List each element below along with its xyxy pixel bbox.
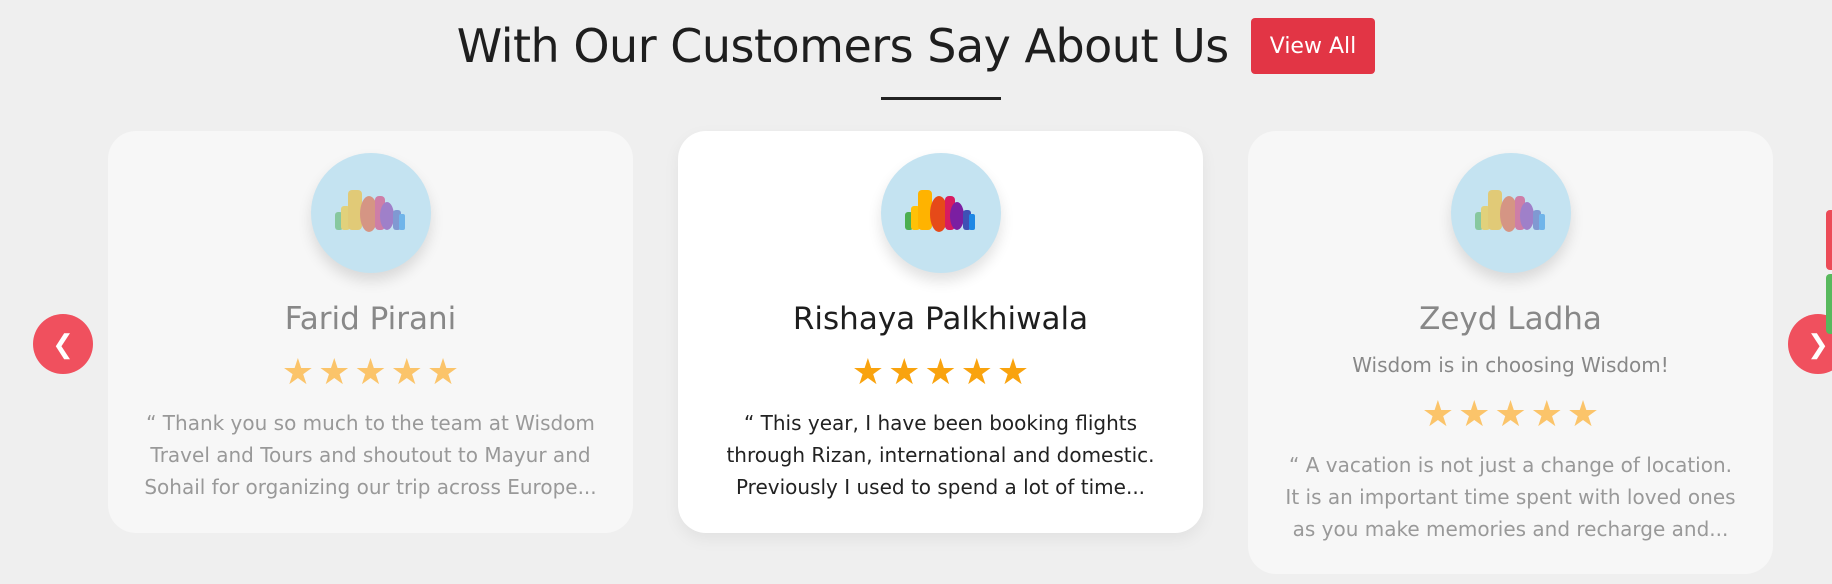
chevron-left-icon: ❮ xyxy=(52,328,74,359)
quote-line: Previously I used to spend a lot of time… xyxy=(735,475,1146,499)
star-icon: ★ xyxy=(851,352,885,393)
side-floating-tab[interactable] xyxy=(1826,210,1832,270)
view-all-button[interactable]: View All xyxy=(1250,18,1376,74)
quote-line: as you make memories and recharge and... xyxy=(1292,517,1729,541)
quote-line: Sohail for organizing our trip across Eu… xyxy=(144,475,597,499)
quote-line: “ A vacation is not just a change of loc… xyxy=(1289,453,1732,477)
star-icon: ★ xyxy=(354,352,387,393)
carousel-prev-button[interactable]: ❮ xyxy=(33,314,93,374)
star-icon: ★ xyxy=(390,352,423,393)
testimonial-card: Zeyd Ladha Wisdom is in choosing Wisdom!… xyxy=(1248,131,1773,574)
avatar xyxy=(311,153,431,273)
rating-stars: ★ ★ ★ ★ ★ xyxy=(108,355,633,391)
star-icon: ★ xyxy=(996,352,1030,393)
customer-name: Zeyd Ladha xyxy=(1419,301,1602,337)
testimonial-card: Farid Pirani ★ ★ ★ ★ ★ “ Thank you so mu… xyxy=(108,131,633,533)
quote-line: It is an important time spent with loved… xyxy=(1285,485,1736,509)
star-icon: ★ xyxy=(924,352,957,393)
title-underline xyxy=(881,97,1001,100)
customer-name: Farid Pirani xyxy=(284,301,457,337)
section-title: With Our Customers Say About Us xyxy=(456,19,1229,73)
quote-line: “ Thank you so much to the team at Wisdo… xyxy=(146,411,595,435)
star-icon: ★ xyxy=(1566,394,1600,435)
colorful-skyline-logo-icon xyxy=(335,190,405,232)
star-icon: ★ xyxy=(1530,394,1563,435)
star-icon: ★ xyxy=(1421,394,1455,435)
chevron-right-icon: ❯ xyxy=(1807,328,1829,359)
rating-stars: ★ ★ ★ ★ ★ xyxy=(1248,397,1773,433)
testimonial-quote: “ This year, I have been booking flights… xyxy=(678,407,1203,503)
star-icon: ★ xyxy=(888,352,921,393)
colorful-skyline-logo-icon xyxy=(1475,190,1545,232)
rating-stars: ★ ★ ★ ★ ★ xyxy=(678,355,1203,391)
testimonial-quote: “ A vacation is not just a change of loc… xyxy=(1248,449,1773,545)
quote-line: Travel and Tours and shoutout to Mayur a… xyxy=(150,443,591,467)
quote-line: “ This year, I have been booking flights xyxy=(743,411,1138,435)
star-icon: ★ xyxy=(1458,394,1491,435)
quote-line: through Rizan, international and domesti… xyxy=(726,443,1155,467)
avatar xyxy=(881,153,1001,273)
star-icon: ★ xyxy=(281,352,315,393)
customer-tagline: Wisdom is in choosing Wisdom! xyxy=(1352,353,1669,377)
star-icon: ★ xyxy=(318,352,351,393)
avatar xyxy=(1451,153,1571,273)
testimonial-quote: “ Thank you so much to the team at Wisdo… xyxy=(108,407,633,503)
colorful-skyline-logo-icon xyxy=(905,190,975,232)
star-icon: ★ xyxy=(1494,394,1527,435)
star-icon: ★ xyxy=(960,352,993,393)
star-icon: ★ xyxy=(426,352,460,393)
testimonial-card-active: Rishaya Palkhiwala ★ ★ ★ ★ ★ “ This year… xyxy=(678,131,1203,533)
side-floating-tab[interactable] xyxy=(1826,274,1832,334)
customer-name: Rishaya Palkhiwala xyxy=(792,301,1089,337)
section-header: With Our Customers Say About Us View All xyxy=(0,18,1832,74)
